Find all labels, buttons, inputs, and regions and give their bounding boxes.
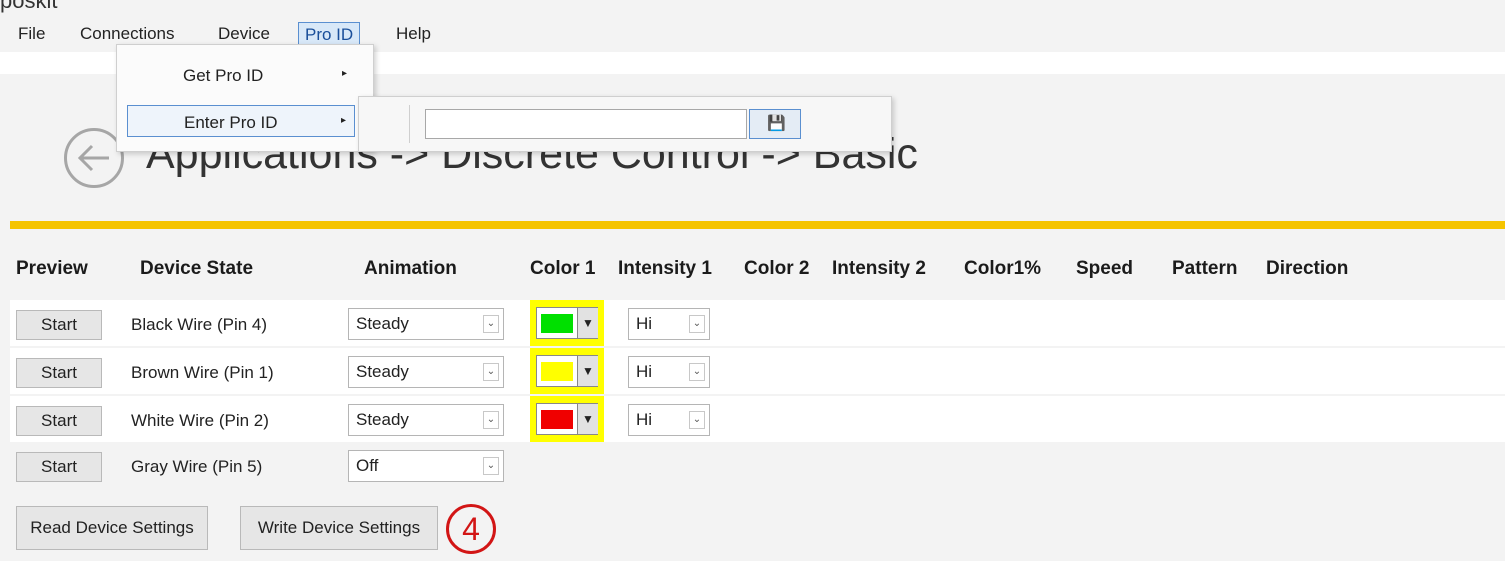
accent-rule	[10, 221, 1505, 229]
write-device-settings-button[interactable]: Write Device Settings	[240, 506, 438, 550]
table-row: Start Brown Wire (Pin 1) Steady ⌄ ▼ Hi ⌄	[10, 348, 1505, 394]
read-device-settings-button[interactable]: Read Device Settings	[16, 506, 208, 550]
col-header-color1-percent: Color1%	[964, 258, 1042, 279]
col-header-animation: Animation	[364, 258, 457, 279]
color-swatch	[541, 314, 573, 333]
select-value: Steady	[356, 314, 409, 333]
menu-file[interactable]: File	[12, 22, 51, 46]
chevron-down-icon: ⌄	[483, 457, 499, 475]
col-header-direction: Direction	[1266, 258, 1349, 279]
dropdown-arrow-icon: ▼	[577, 404, 598, 434]
save-pro-id-button[interactable]: 💾	[749, 109, 801, 139]
start-preview-button[interactable]: Start	[16, 452, 102, 482]
select-value: Steady	[356, 362, 409, 381]
chevron-down-icon: ⌄	[483, 315, 499, 333]
menu-item-enter-pro-id[interactable]: Enter Pro ID ▸	[127, 105, 355, 137]
color-1-picker-highlight: ▼	[530, 396, 604, 442]
chevron-down-icon: ⌄	[483, 411, 499, 429]
menu-item-get-pro-id[interactable]: Get Pro ID ▸	[127, 59, 355, 91]
enter-pro-id-submenu: 💾	[358, 96, 892, 152]
select-value: Hi	[636, 314, 653, 333]
back-button[interactable]	[64, 128, 124, 188]
col-header-intensity-1: Intensity 1	[618, 258, 712, 279]
col-header-device-state: Device State	[140, 258, 254, 279]
select-value: Steady	[356, 410, 409, 429]
chevron-down-icon: ⌄	[483, 363, 499, 381]
start-preview-button[interactable]: Start	[16, 406, 102, 436]
color-1-picker-highlight: ▼	[530, 348, 604, 394]
device-state-label: Black Wire (Pin 4)	[131, 315, 268, 334]
color-swatch	[541, 362, 573, 381]
menu-connections[interactable]: Connections	[74, 22, 181, 46]
animation-select[interactable]: Steady ⌄	[348, 356, 504, 388]
animation-select[interactable]: Steady ⌄	[348, 308, 504, 340]
start-preview-button[interactable]: Start	[16, 358, 102, 388]
back-arrow-icon	[77, 144, 109, 172]
select-value: Hi	[636, 410, 653, 429]
chevron-down-icon: ⌄	[689, 363, 705, 381]
menu-help[interactable]: Help	[390, 22, 437, 46]
col-header-pattern: Pattern	[1172, 258, 1238, 279]
intensity-1-select[interactable]: Hi ⌄	[628, 404, 710, 436]
chevron-down-icon: ⌄	[689, 411, 705, 429]
col-header-intensity-2: Intensity 2	[832, 258, 926, 279]
submenu-arrow-icon: ▸	[340, 115, 346, 126]
color-1-picker[interactable]: ▼	[536, 307, 598, 339]
device-state-label: Gray Wire (Pin 5)	[131, 457, 263, 476]
device-state-label: White Wire (Pin 2)	[131, 411, 269, 430]
animation-select[interactable]: Steady ⌄	[348, 404, 504, 436]
menu-item-label: Get Pro ID	[183, 66, 264, 85]
table-row: Start Black Wire (Pin 4) Steady ⌄ ▼ Hi ⌄	[10, 300, 1505, 346]
dropdown-arrow-icon: ▼	[577, 308, 598, 338]
device-state-label: Brown Wire (Pin 1)	[131, 363, 274, 382]
table-row: Start White Wire (Pin 2) Steady ⌄ ▼ Hi ⌄	[10, 396, 1505, 442]
col-header-speed: Speed	[1076, 258, 1134, 279]
select-value: Hi	[636, 362, 653, 381]
pro-id-dropdown: Get Pro ID ▸ Enter Pro ID ▸	[116, 44, 374, 152]
step-marker: 4	[446, 504, 496, 554]
chevron-down-icon: ⌄	[689, 315, 705, 333]
intensity-1-select[interactable]: Hi ⌄	[628, 308, 710, 340]
submenu-arrow-icon: ▸	[341, 68, 347, 79]
intensity-1-select[interactable]: Hi ⌄	[628, 356, 710, 388]
start-preview-button[interactable]: Start	[16, 310, 102, 340]
menu-device[interactable]: Device	[212, 22, 276, 46]
col-header-preview: Preview	[16, 258, 88, 279]
separator	[409, 105, 410, 143]
col-header-color-1: Color 1	[530, 258, 596, 279]
animation-select[interactable]: Off ⌄	[348, 450, 504, 482]
col-header-color-2: Color 2	[744, 258, 810, 279]
select-value: Off	[356, 456, 379, 475]
table-row: Start Gray Wire (Pin 5) Off ⌄	[10, 444, 1505, 490]
menu-item-label: Enter Pro ID	[184, 113, 278, 132]
color-1-picker[interactable]: ▼	[536, 355, 598, 387]
color-1-picker-highlight: ▼	[530, 300, 604, 346]
partial-top-text: poskit	[0, 0, 58, 13]
dropdown-arrow-icon: ▼	[577, 356, 598, 386]
pro-id-input[interactable]	[425, 109, 747, 139]
color-swatch	[541, 410, 573, 429]
color-1-picker[interactable]: ▼	[536, 403, 598, 435]
save-icon: 💾	[767, 115, 786, 132]
